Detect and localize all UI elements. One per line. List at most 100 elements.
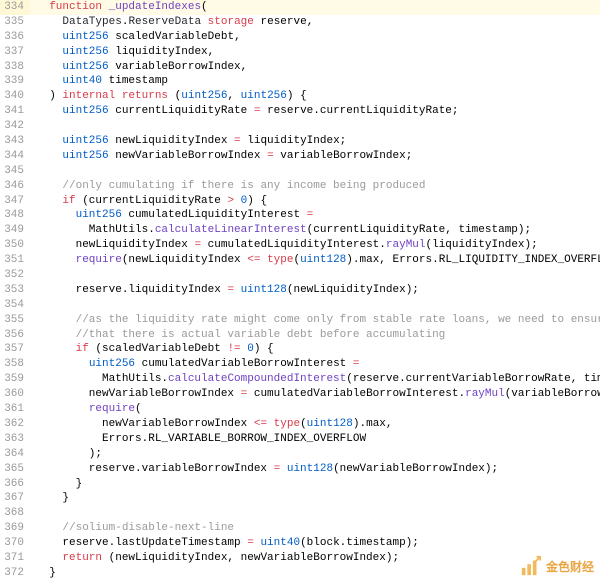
line-code [30, 506, 600, 521]
code-line: 358 uint256 cumulatedVariableBorrowInter… [0, 357, 600, 372]
line-number: 365 [0, 462, 30, 477]
code-line: 363 Errors.RL_VARIABLE_BORROW_INDEX_OVER… [0, 432, 600, 447]
code-line: 344 uint256 newVariableBorrowIndex = var… [0, 149, 600, 164]
line-code [30, 298, 600, 313]
line-number: 360 [0, 387, 30, 402]
line-number: 368 [0, 506, 30, 521]
line-code: ) internal returns (uint256, uint256) { [30, 89, 600, 104]
line-code: MathUtils.calculateCompoundedInterest(re… [30, 372, 600, 387]
line-number: 363 [0, 432, 30, 447]
line-number: 369 [0, 521, 30, 536]
watermark-icon [520, 555, 542, 577]
code-line: 361 require( [0, 402, 600, 417]
line-number: 357 [0, 342, 30, 357]
line-code: if (currentLiquidityRate > 0) { [30, 194, 600, 209]
line-code: uint256 scaledVariableDebt, [30, 30, 600, 45]
code-line: 334 function _updateIndexes( [0, 0, 600, 15]
line-number: 344 [0, 149, 30, 164]
line-code: Errors.RL_VARIABLE_BORROW_INDEX_OVERFLOW [30, 432, 600, 447]
code-line: 340 ) internal returns (uint256, uint256… [0, 89, 600, 104]
line-number: 352 [0, 268, 30, 283]
line-number: 335 [0, 15, 30, 30]
line-code: MathUtils.calculateLinearInterest(curren… [30, 223, 600, 238]
line-number: 370 [0, 536, 30, 551]
line-number: 355 [0, 313, 30, 328]
code-line: 352 [0, 268, 600, 283]
watermark: 金色财经 [520, 555, 594, 577]
line-number: 367 [0, 491, 30, 506]
code-line: 335 DataTypes.ReserveData storage reserv… [0, 15, 600, 30]
line-code: } [30, 477, 600, 492]
line-code [30, 164, 600, 179]
code-line: 370 reserve.lastUpdateTimestamp = uint40… [0, 536, 600, 551]
line-number: 366 [0, 477, 30, 492]
code-line: 359 MathUtils.calculateCompoundedInteres… [0, 372, 600, 387]
line-number: 354 [0, 298, 30, 313]
code-line: 347 if (currentLiquidityRate > 0) { [0, 194, 600, 209]
code-line: 365 reserve.variableBorrowIndex = uint12… [0, 462, 600, 477]
code-line: 368 [0, 506, 600, 521]
code-line: 366 } [0, 477, 600, 492]
code-line: 345 [0, 164, 600, 179]
line-number: 349 [0, 223, 30, 238]
line-number: 334 [0, 0, 30, 15]
line-number: 364 [0, 447, 30, 462]
code-line: 355 //as the liquidity rate might come o… [0, 313, 600, 328]
line-code: newLiquidityIndex = cumulatedLiquidityIn… [30, 238, 600, 253]
code-line: 362 newVariableBorrowIndex <= type(uint1… [0, 417, 600, 432]
line-code: uint256 variableBorrowIndex, [30, 60, 600, 75]
line-number: 351 [0, 253, 30, 268]
line-number: 343 [0, 134, 30, 149]
line-code [30, 268, 600, 283]
line-code [30, 119, 600, 134]
line-code: uint256 newVariableBorrowIndex = variabl… [30, 149, 600, 164]
line-code: require(newLiquidityIndex <= type(uint12… [30, 253, 600, 268]
line-code: reserve.liquidityIndex = uint128(newLiqu… [30, 283, 600, 298]
code-line: 350 newLiquidityIndex = cumulatedLiquidi… [0, 238, 600, 253]
code-line: 371 return (newLiquidityIndex, newVariab… [0, 551, 600, 566]
code-line: 367 } [0, 491, 600, 506]
line-number: 339 [0, 74, 30, 89]
code-line: 346 //only cumulating if there is any in… [0, 179, 600, 194]
line-number: 372 [0, 566, 30, 581]
code-line: 357 if (scaledVariableDebt != 0) { [0, 342, 600, 357]
line-number: 358 [0, 357, 30, 372]
code-line: 353 reserve.liquidityIndex = uint128(new… [0, 283, 600, 298]
code-line: 337 uint256 liquidityIndex, [0, 45, 600, 60]
code-line: 372 } [0, 566, 600, 581]
code-line: 351 require(newLiquidityIndex <= type(ui… [0, 253, 600, 268]
line-code: uint256 currentLiquidityRate = reserve.c… [30, 104, 600, 119]
code-line: 339 uint40 timestamp [0, 74, 600, 89]
line-code: reserve.variableBorrowIndex = uint128(ne… [30, 462, 600, 477]
line-number: 337 [0, 45, 30, 60]
line-number: 346 [0, 179, 30, 194]
code-line: 341 uint256 currentLiquidityRate = reser… [0, 104, 600, 119]
line-number: 341 [0, 104, 30, 119]
line-number: 362 [0, 417, 30, 432]
line-code: DataTypes.ReserveData storage reserve, [30, 15, 600, 30]
line-code: newVariableBorrowIndex = cumulatedVariab… [30, 387, 600, 402]
line-code: uint40 timestamp [30, 74, 600, 89]
code-line: 364 ); [0, 447, 600, 462]
line-number: 340 [0, 89, 30, 104]
watermark-text: 金色财经 [546, 558, 594, 575]
line-number: 361 [0, 402, 30, 417]
line-number: 347 [0, 194, 30, 209]
line-code: reserve.lastUpdateTimestamp = uint40(blo… [30, 536, 600, 551]
code-line: 369 //solium-disable-next-line [0, 521, 600, 536]
line-code: //as the liquidity rate might come only … [30, 313, 600, 328]
code-line: 349 MathUtils.calculateLinearInterest(cu… [0, 223, 600, 238]
line-number: 336 [0, 30, 30, 45]
code-line: 338 uint256 variableBorrowIndex, [0, 60, 600, 75]
line-number: 338 [0, 60, 30, 75]
line-code: //only cumulating if there is any income… [30, 179, 600, 194]
line-number: 348 [0, 208, 30, 223]
line-code: ); [30, 447, 600, 462]
code-line: 360 newVariableBorrowIndex = cumulatedVa… [0, 387, 600, 402]
line-number: 356 [0, 328, 30, 343]
code-line: 343 uint256 newLiquidityIndex = liquidit… [0, 134, 600, 149]
line-number: 353 [0, 283, 30, 298]
line-number: 350 [0, 238, 30, 253]
line-code: return (newLiquidityIndex, newVariableBo… [30, 551, 600, 566]
line-code: } [30, 491, 600, 506]
